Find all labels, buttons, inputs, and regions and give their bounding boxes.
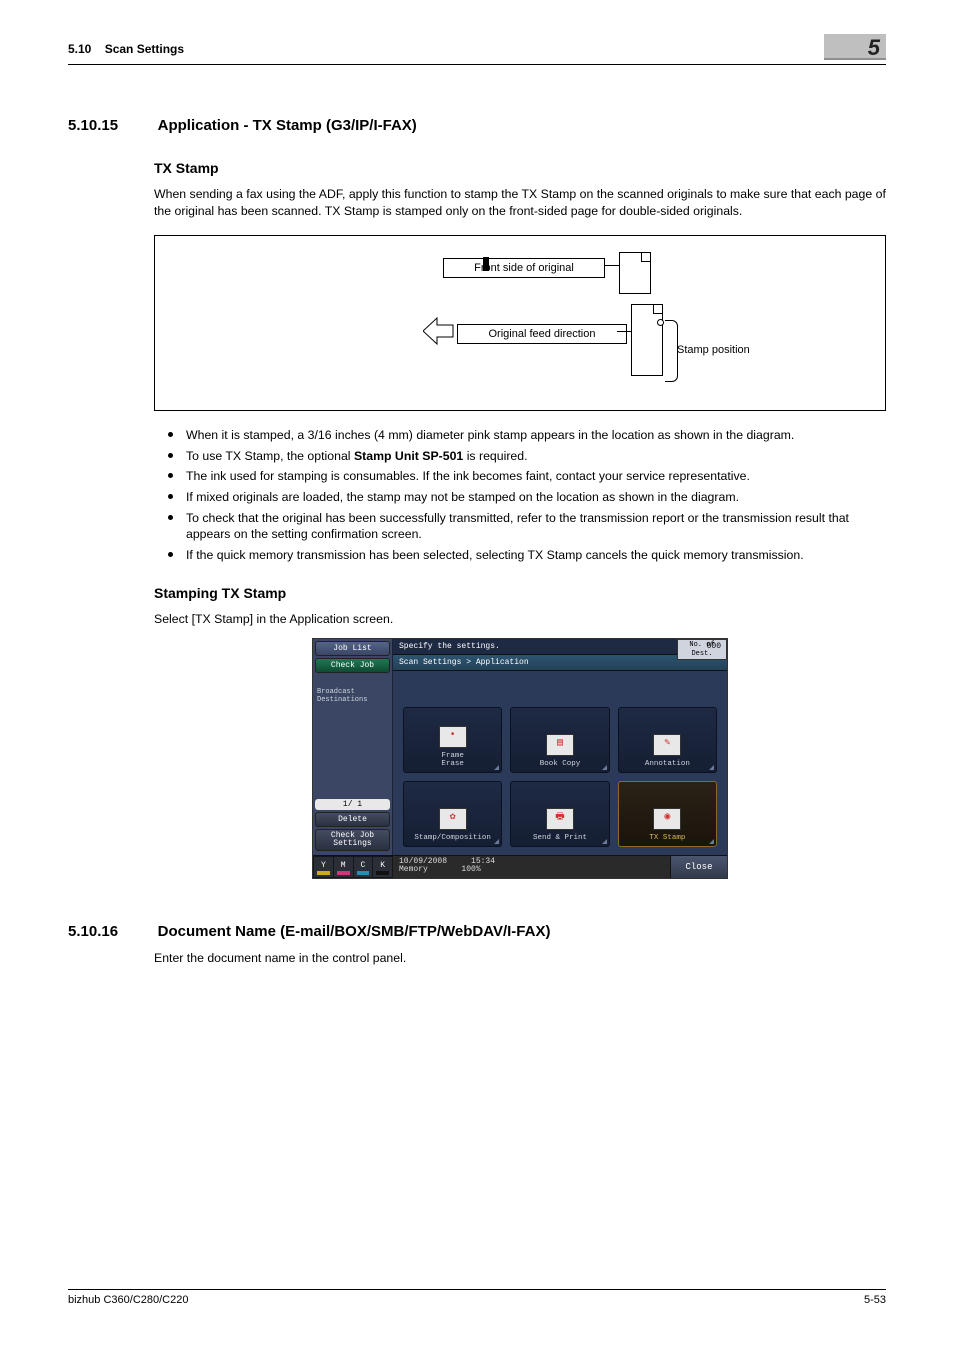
subheading-txstamp: TX Stamp bbox=[154, 160, 886, 176]
footer-page-num: 5-53 bbox=[864, 1294, 886, 1306]
arrow-left-icon bbox=[423, 314, 455, 351]
para-docname: Enter the document name in the control p… bbox=[154, 950, 886, 967]
app-frame-erase[interactable]: • Frame Erase bbox=[403, 707, 502, 773]
page-footer: bizhub C360/C280/C220 5-53 bbox=[68, 1289, 886, 1306]
subheading-stamping: Stamping TX Stamp bbox=[154, 585, 886, 601]
header-section-title: Scan Settings bbox=[105, 42, 184, 56]
diagram-label-stamp: Stamp position bbox=[677, 344, 750, 356]
delete-button[interactable]: Delete bbox=[315, 812, 390, 827]
page-header: 5.10 Scan Settings 5 bbox=[68, 36, 886, 65]
para-stamping: Select [TX Stamp] in the Application scr… bbox=[154, 611, 886, 628]
diagram-connector bbox=[605, 265, 619, 266]
section-heading-1: 5.10.15 Application - TX Stamp (G3/IP/I-… bbox=[68, 117, 886, 134]
section-number: 5.10.15 bbox=[68, 117, 154, 134]
section-number: 5.10.16 bbox=[68, 923, 154, 940]
check-settings-button[interactable]: Check Job Settings bbox=[315, 829, 390, 851]
bold-text: Stamp Unit SP-501 bbox=[354, 449, 463, 463]
header-section-num: 5.10 bbox=[68, 42, 91, 56]
broadcast-label: Broadcast Destinations bbox=[315, 689, 390, 704]
stamp-comp-icon: ✿ bbox=[439, 808, 467, 830]
send-print-icon: 🖶 bbox=[546, 808, 574, 830]
app-annotation[interactable]: ✎ Annotation bbox=[618, 707, 717, 773]
close-button[interactable]: Close bbox=[670, 856, 727, 878]
para-txstamp-intro: When sending a fax using the ADF, apply … bbox=[154, 186, 886, 219]
diagram-mark bbox=[483, 257, 489, 271]
toner-m: M bbox=[334, 857, 353, 877]
diagram: Front side of original Original feed dir… bbox=[154, 235, 886, 411]
diagram-doc-front bbox=[619, 252, 651, 294]
header-left: 5.10 Scan Settings bbox=[68, 42, 184, 56]
diagram-label-feed: Original feed direction bbox=[457, 324, 627, 344]
toner-y: Y bbox=[314, 857, 333, 877]
toner-status: Y M C K bbox=[313, 856, 393, 878]
diagram-doc-feed bbox=[631, 304, 663, 376]
toner-c: C bbox=[354, 857, 373, 877]
dest-count-value: 000 bbox=[707, 642, 721, 651]
page-indicator: 1/ 1 bbox=[315, 799, 390, 810]
diagram-label-front: Front side of original bbox=[443, 258, 605, 278]
section-title: Document Name (E-mail/BOX/SMB/FTP/WebDAV… bbox=[158, 923, 551, 940]
annotation-icon: ✎ bbox=[653, 734, 681, 756]
control-panel-screenshot: Job List Check Job Specify the settings.… bbox=[154, 638, 886, 879]
diagram-connector bbox=[617, 331, 631, 332]
toner-k: K bbox=[373, 857, 392, 877]
frame-erase-icon: • bbox=[439, 726, 467, 748]
footer-model: bizhub C360/C280/C220 bbox=[68, 1294, 188, 1306]
list-item: To check that the original has been succ… bbox=[154, 510, 886, 543]
status-bar: 10/09/2008 15:34 Memory 100% bbox=[393, 856, 670, 878]
check-job-button[interactable]: Check Job bbox=[315, 658, 390, 673]
section-title: Application - TX Stamp (G3/IP/I-FAX) bbox=[158, 117, 417, 134]
list-item: To use TX Stamp, the optional Stamp Unit… bbox=[154, 448, 886, 465]
app-stamp-composition[interactable]: ✿ Stamp/Composition bbox=[403, 781, 502, 847]
app-send-print[interactable]: 🖶 Send & Print bbox=[510, 781, 609, 847]
instruction-text: Specify the settings. bbox=[399, 642, 500, 651]
app-tx-stamp[interactable]: ◉ TX Stamp bbox=[618, 781, 717, 847]
chapter-badge: 5 bbox=[824, 34, 886, 60]
job-list-tab[interactable]: Job List bbox=[315, 641, 390, 656]
list-item: When it is stamped, a 3/16 inches (4 mm)… bbox=[154, 427, 886, 444]
bullet-list: When it is stamped, a 3/16 inches (4 mm)… bbox=[154, 427, 886, 563]
list-item: If the quick memory transmission has bee… bbox=[154, 547, 886, 564]
list-item: The ink used for stamping is consumables… bbox=[154, 468, 886, 485]
list-item: If mixed originals are loaded, the stamp… bbox=[154, 489, 886, 506]
section-heading-2: 5.10.16 Document Name (E-mail/BOX/SMB/FT… bbox=[68, 923, 886, 940]
app-book-copy[interactable]: ▤ Book Copy bbox=[510, 707, 609, 773]
book-copy-icon: ▤ bbox=[546, 734, 574, 756]
tx-stamp-icon: ◉ bbox=[653, 808, 681, 830]
